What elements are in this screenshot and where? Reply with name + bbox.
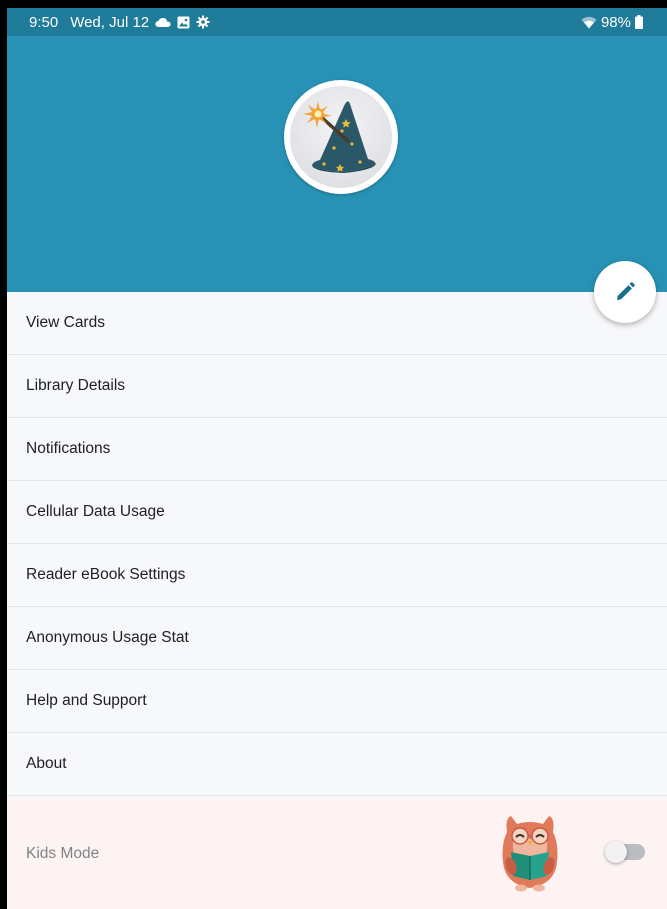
toggle-knob — [605, 841, 627, 863]
menu-item-reader-ebook-settings[interactable]: Reader eBook Settings — [7, 544, 667, 607]
menu-item-label: Notifications — [26, 440, 111, 457]
kids-mode-toggle[interactable] — [605, 841, 645, 863]
menu-item-label: Reader eBook Settings — [26, 566, 186, 583]
menu-item-label: Help and Support — [26, 692, 147, 709]
settings-screen: 9:50 Wed, Jul 12 98% View Cards Library … — [7, 8, 667, 909]
settings-icon — [196, 15, 210, 29]
kids-mode-label: Kids Mode — [26, 844, 100, 862]
status-right: 98% — [581, 14, 643, 31]
edit-profile-button[interactable] — [594, 261, 656, 323]
menu-item-label: View Cards — [26, 314, 105, 331]
menu-item-help-and-support[interactable]: Help and Support — [7, 670, 667, 733]
menu-item-notifications[interactable]: Notifications — [7, 418, 667, 481]
menu-item-label: Cellular Data Usage — [26, 503, 165, 520]
wifi-icon — [581, 16, 597, 29]
menu-item-label: Anonymous Usage Stat — [26, 629, 189, 646]
battery-icon — [635, 15, 643, 29]
pencil-icon — [614, 281, 636, 303]
owl-reading-icon — [497, 812, 563, 899]
settings-menu: View Cards Library Details Notifications… — [7, 292, 667, 796]
menu-item-library-details[interactable]: Library Details — [7, 355, 667, 418]
kids-mode-row: Kids Mode — [7, 798, 667, 909]
menu-item-about[interactable]: About — [7, 733, 667, 796]
status-date: Wed, Jul 12 — [70, 13, 150, 31]
cloud-icon — [155, 17, 171, 27]
status-time: 9:50 — [29, 13, 59, 31]
screen-border-top — [0, 0, 667, 8]
menu-item-view-cards[interactable]: View Cards — [7, 292, 667, 355]
battery-percent: 98% — [600, 13, 631, 31]
menu-item-cellular-data-usage[interactable]: Cellular Data Usage — [7, 481, 667, 544]
wizard-hat-icon — [290, 86, 392, 188]
profile-header — [7, 36, 667, 292]
gallery-icon — [177, 16, 190, 29]
status-left: 9:50 Wed, Jul 12 — [29, 14, 210, 31]
menu-item-label: Library Details — [26, 377, 126, 394]
menu-item-anonymous-usage-stat[interactable]: Anonymous Usage Stat — [7, 607, 667, 670]
menu-item-label: About — [26, 755, 67, 772]
status-bar: 9:50 Wed, Jul 12 98% — [7, 8, 667, 36]
avatar[interactable] — [284, 80, 398, 194]
